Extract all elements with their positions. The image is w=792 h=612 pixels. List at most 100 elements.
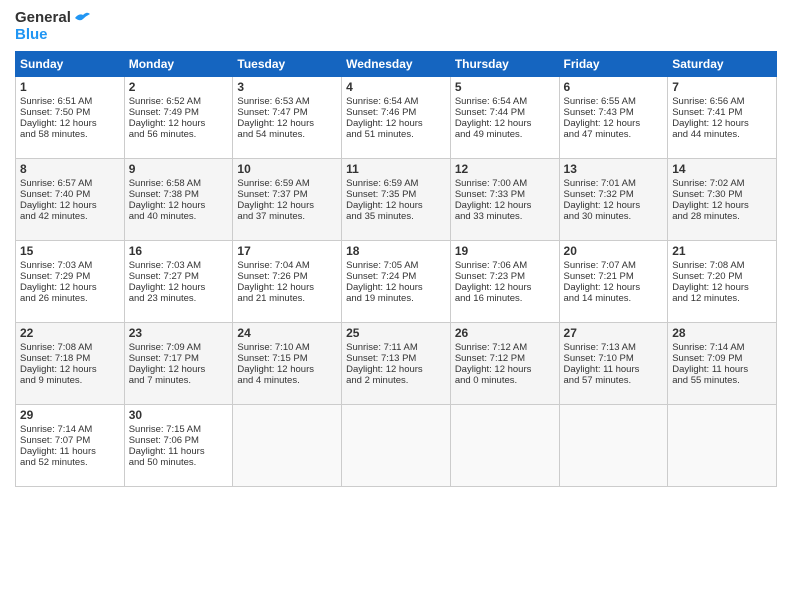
cell-text: Sunrise: 7:04 AM: [237, 260, 337, 271]
cell-text: Sunset: 7:46 PM: [346, 107, 446, 118]
logo-blue: Blue: [15, 27, 48, 44]
cell-text: and 52 minutes.: [20, 457, 120, 468]
calendar-cell: 29Sunrise: 7:14 AMSunset: 7:07 PMDayligh…: [16, 405, 125, 487]
calendar-cell: 1Sunrise: 6:51 AMSunset: 7:50 PMDaylight…: [16, 77, 125, 159]
cell-text: and 47 minutes.: [564, 129, 664, 140]
cell-text: Sunrise: 7:01 AM: [564, 178, 664, 189]
cell-text: Daylight: 12 hours: [455, 118, 555, 129]
cell-text: Sunset: 7:27 PM: [129, 271, 229, 282]
cell-text: Daylight: 12 hours: [346, 118, 446, 129]
cell-text: and 14 minutes.: [564, 293, 664, 304]
cell-text: Daylight: 12 hours: [672, 118, 772, 129]
cell-text: Sunrise: 7:08 AM: [20, 342, 120, 353]
calendar-table: Sunday Monday Tuesday Wednesday Thursday…: [15, 51, 777, 487]
calendar-cell: 18Sunrise: 7:05 AMSunset: 7:24 PMDayligh…: [342, 241, 451, 323]
cell-text: Sunset: 7:49 PM: [129, 107, 229, 118]
cell-text: and 26 minutes.: [20, 293, 120, 304]
cell-text: Sunset: 7:33 PM: [455, 189, 555, 200]
cell-text: Daylight: 11 hours: [129, 446, 229, 457]
cell-text: Sunrise: 7:02 AM: [672, 178, 772, 189]
cell-text: Sunset: 7:29 PM: [20, 271, 120, 282]
cell-text: Sunset: 7:17 PM: [129, 353, 229, 364]
day-number: 9: [129, 162, 229, 176]
calendar-cell: 12Sunrise: 7:00 AMSunset: 7:33 PMDayligh…: [450, 159, 559, 241]
cell-text: Sunrise: 6:59 AM: [346, 178, 446, 189]
cell-text: Sunset: 7:24 PM: [346, 271, 446, 282]
cell-text: Sunset: 7:06 PM: [129, 435, 229, 446]
cell-text: Daylight: 12 hours: [20, 364, 120, 375]
cell-text: Daylight: 11 hours: [672, 364, 772, 375]
cell-text: Sunrise: 7:13 AM: [564, 342, 664, 353]
cell-text: Daylight: 12 hours: [129, 282, 229, 293]
calendar-cell: 21Sunrise: 7:08 AMSunset: 7:20 PMDayligh…: [668, 241, 777, 323]
day-number: 20: [564, 244, 664, 258]
day-number: 4: [346, 80, 446, 94]
logo-general: General: [15, 10, 71, 27]
cell-text: Daylight: 12 hours: [455, 282, 555, 293]
cell-text: Sunrise: 7:03 AM: [129, 260, 229, 271]
cell-text: Sunset: 7:47 PM: [237, 107, 337, 118]
calendar-cell: 22Sunrise: 7:08 AMSunset: 7:18 PMDayligh…: [16, 323, 125, 405]
day-number: 24: [237, 326, 337, 340]
calendar-cell: 15Sunrise: 7:03 AMSunset: 7:29 PMDayligh…: [16, 241, 125, 323]
cell-text: Daylight: 12 hours: [20, 282, 120, 293]
cell-text: and 50 minutes.: [129, 457, 229, 468]
cell-text: Daylight: 12 hours: [564, 118, 664, 129]
cell-text: and 40 minutes.: [129, 211, 229, 222]
cell-text: Sunset: 7:07 PM: [20, 435, 120, 446]
cell-text: and 0 minutes.: [455, 375, 555, 386]
calendar-cell: 20Sunrise: 7:07 AMSunset: 7:21 PMDayligh…: [559, 241, 668, 323]
cell-text: Daylight: 12 hours: [237, 282, 337, 293]
cell-text: and 33 minutes.: [455, 211, 555, 222]
header-row: Sunday Monday Tuesday Wednesday Thursday…: [16, 52, 777, 77]
cell-text: Sunset: 7:23 PM: [455, 271, 555, 282]
day-number: 12: [455, 162, 555, 176]
cell-text: and 58 minutes.: [20, 129, 120, 140]
cell-text: Sunrise: 7:07 AM: [564, 260, 664, 271]
calendar-cell: 17Sunrise: 7:04 AMSunset: 7:26 PMDayligh…: [233, 241, 342, 323]
cell-text: Sunrise: 7:12 AM: [455, 342, 555, 353]
cell-text: Sunset: 7:09 PM: [672, 353, 772, 364]
calendar-cell: 16Sunrise: 7:03 AMSunset: 7:27 PMDayligh…: [124, 241, 233, 323]
calendar-cell: 23Sunrise: 7:09 AMSunset: 7:17 PMDayligh…: [124, 323, 233, 405]
calendar-cell: [559, 405, 668, 487]
cell-text: Sunset: 7:20 PM: [672, 271, 772, 282]
page-header: General Blue: [15, 10, 777, 43]
day-number: 5: [455, 80, 555, 94]
day-number: 11: [346, 162, 446, 176]
cell-text: Daylight: 12 hours: [237, 200, 337, 211]
cell-text: Sunrise: 7:05 AM: [346, 260, 446, 271]
day-number: 3: [237, 80, 337, 94]
cell-text: and 56 minutes.: [129, 129, 229, 140]
calendar-cell: [450, 405, 559, 487]
col-tuesday: Tuesday: [233, 52, 342, 77]
cell-text: Sunrise: 7:14 AM: [672, 342, 772, 353]
cell-text: and 23 minutes.: [129, 293, 229, 304]
cell-text: Sunrise: 6:54 AM: [346, 96, 446, 107]
day-number: 2: [129, 80, 229, 94]
cell-text: Sunrise: 6:54 AM: [455, 96, 555, 107]
cell-text: and 7 minutes.: [129, 375, 229, 386]
cell-text: and 35 minutes.: [346, 211, 446, 222]
calendar-cell: 13Sunrise: 7:01 AMSunset: 7:32 PMDayligh…: [559, 159, 668, 241]
col-friday: Friday: [559, 52, 668, 77]
cell-text: Daylight: 12 hours: [129, 364, 229, 375]
cell-text: and 12 minutes.: [672, 293, 772, 304]
cell-text: and 51 minutes.: [346, 129, 446, 140]
cell-text: Daylight: 12 hours: [20, 200, 120, 211]
calendar-cell: 25Sunrise: 7:11 AMSunset: 7:13 PMDayligh…: [342, 323, 451, 405]
cell-text: Daylight: 12 hours: [346, 282, 446, 293]
calendar-cell: 26Sunrise: 7:12 AMSunset: 7:12 PMDayligh…: [450, 323, 559, 405]
cell-text: Sunrise: 6:56 AM: [672, 96, 772, 107]
cell-text: Sunrise: 7:09 AM: [129, 342, 229, 353]
cell-text: and 28 minutes.: [672, 211, 772, 222]
calendar-row: 1Sunrise: 6:51 AMSunset: 7:50 PMDaylight…: [16, 77, 777, 159]
cell-text: Daylight: 11 hours: [20, 446, 120, 457]
cell-text: Sunrise: 6:58 AM: [129, 178, 229, 189]
cell-text: Sunrise: 7:14 AM: [20, 424, 120, 435]
calendar-row: 15Sunrise: 7:03 AMSunset: 7:29 PMDayligh…: [16, 241, 777, 323]
calendar-page: General Blue Sunday Monday Tuesday Wedne…: [0, 0, 792, 612]
col-thursday: Thursday: [450, 52, 559, 77]
cell-text: and 30 minutes.: [564, 211, 664, 222]
cell-text: Sunset: 7:18 PM: [20, 353, 120, 364]
